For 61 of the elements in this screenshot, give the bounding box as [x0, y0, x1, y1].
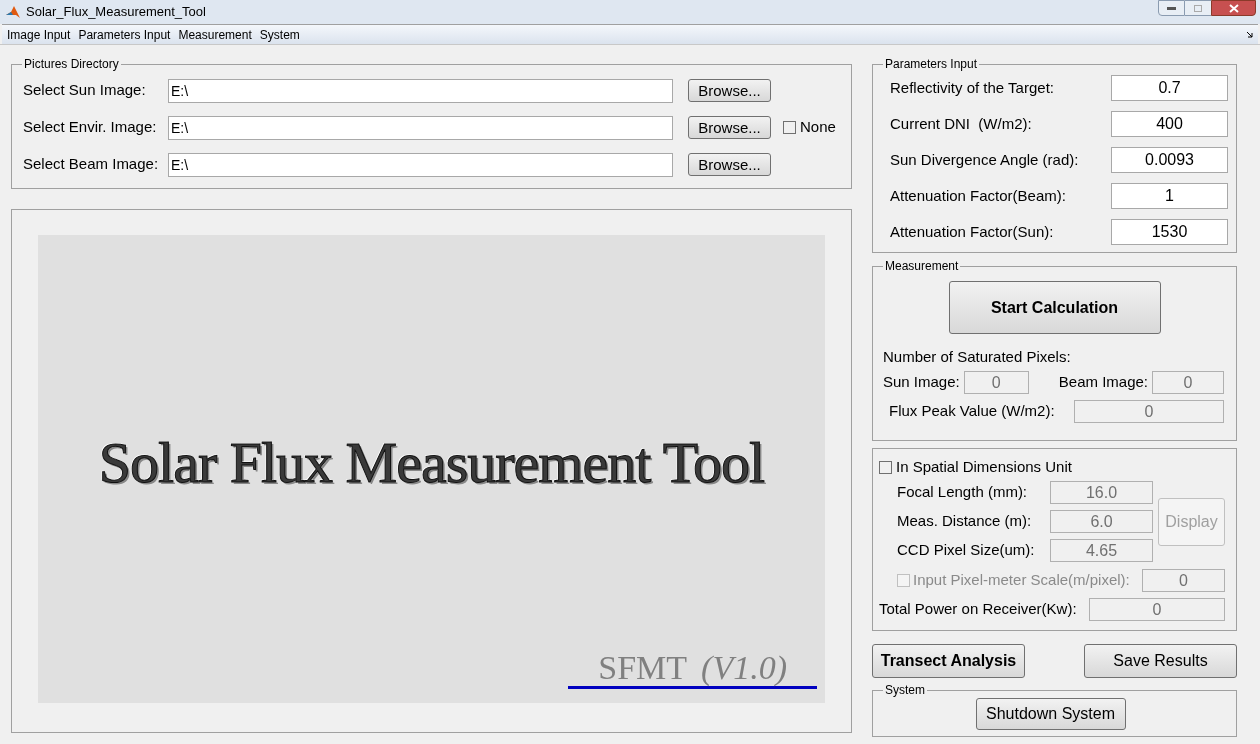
menu-item[interactable]: Measurement	[178, 25, 252, 44]
menu-item[interactable]: Parameters Input	[78, 25, 171, 44]
field-label: Select Envir. Image:	[23, 117, 158, 138]
start-calculation-button[interactable]: Start Calculation	[948, 281, 1161, 334]
parameter-field[interactable]: 0.0093	[1111, 147, 1228, 173]
saturated-pixels-label: Number of Saturated Pixels:	[883, 347, 1072, 367]
parameter-label: Attenuation Factor(Sun):	[890, 221, 1054, 242]
window-title: Solar_Flux_Measurement_Tool	[26, 3, 206, 22]
browse-button[interactable]: Browse...	[688, 116, 771, 139]
dimension-label: Meas. Distance (m):	[897, 510, 1033, 531]
parameter-field[interactable]: 1	[1111, 183, 1228, 209]
readout-field: 6.0	[1050, 509, 1153, 533]
path-field[interactable]: E:\	[168, 152, 673, 177]
path-field[interactable]: E:\	[168, 115, 673, 140]
version-label: SFMT (V1.0)	[568, 650, 817, 689]
readout-field: 0	[1152, 370, 1224, 394]
maximize-icon	[1194, 4, 1202, 12]
parameter-label: Sun Divergence Angle (rad):	[890, 149, 1079, 170]
group-title: Pictures Directory	[22, 56, 121, 72]
readout-field: 4.65	[1050, 538, 1153, 562]
action-button[interactable]: Transect Analysis	[872, 644, 1025, 678]
readout-field: 0	[1074, 399, 1224, 423]
total-power-label: Total Power on Receiver(Kw):	[879, 598, 1077, 619]
checkbox[interactable]	[879, 460, 892, 474]
path-field[interactable]: E:\	[168, 78, 673, 103]
parameter-field[interactable]: 1530	[1111, 219, 1228, 245]
app-logo-icon	[6, 5, 20, 19]
browse-button[interactable]: Browse...	[688, 153, 771, 176]
close-button[interactable]	[1211, 0, 1256, 16]
dimension-label: CCD Pixel Size(um):	[897, 539, 1036, 560]
readout-field: 0	[1142, 568, 1225, 592]
menu-item[interactable]: System	[259, 25, 300, 44]
minimize-button[interactable]	[1158, 0, 1185, 16]
group-title: Parameters Input	[883, 56, 980, 72]
scale-label: Input Pixel-meter Scale(m/pixel):	[913, 569, 1130, 590]
parameter-label: Reflectivity of the Target:	[890, 77, 1054, 98]
checkbox-label: None	[800, 117, 836, 138]
splash-title: Solar Flux Measurement Tool	[98, 429, 765, 497]
group-title: System	[883, 682, 927, 698]
close-icon	[1228, 3, 1239, 13]
checkbox-label: In Spatial Dimensions Unit	[896, 457, 1072, 477]
parameter-label: Attenuation Factor(Beam):	[890, 185, 1066, 206]
dimension-label: Focal Length (mm):	[897, 481, 1029, 502]
parameter-field[interactable]: 0.7	[1111, 75, 1228, 101]
parameter-label: Current DNI (W/m2):	[890, 113, 1032, 134]
sun-image-label: Sun Image:	[883, 371, 960, 392]
action-button[interactable]: Save Results	[1084, 644, 1237, 678]
dock-arrow-icon	[1246, 31, 1253, 38]
minimize-icon	[1167, 6, 1176, 10]
field-label: Select Beam Image:	[23, 154, 160, 175]
readout-field: 0	[963, 370, 1029, 394]
parameter-field[interactable]: 400	[1111, 111, 1228, 137]
flux-peak-label: Flux Peak Value (W/m2):	[889, 400, 1055, 421]
checkbox[interactable]	[783, 121, 796, 134]
field-label: Select Sun Image:	[23, 80, 147, 101]
readout-field: 0	[1089, 597, 1225, 621]
readout-field: 16.0	[1050, 480, 1153, 504]
menu-item[interactable]: Image Input	[7, 25, 71, 44]
shutdown-button[interactable]: Shutdown System	[975, 697, 1126, 730]
beam-image-label: Beam Image:	[1058, 371, 1148, 392]
browse-button[interactable]: Browse...	[688, 79, 771, 102]
